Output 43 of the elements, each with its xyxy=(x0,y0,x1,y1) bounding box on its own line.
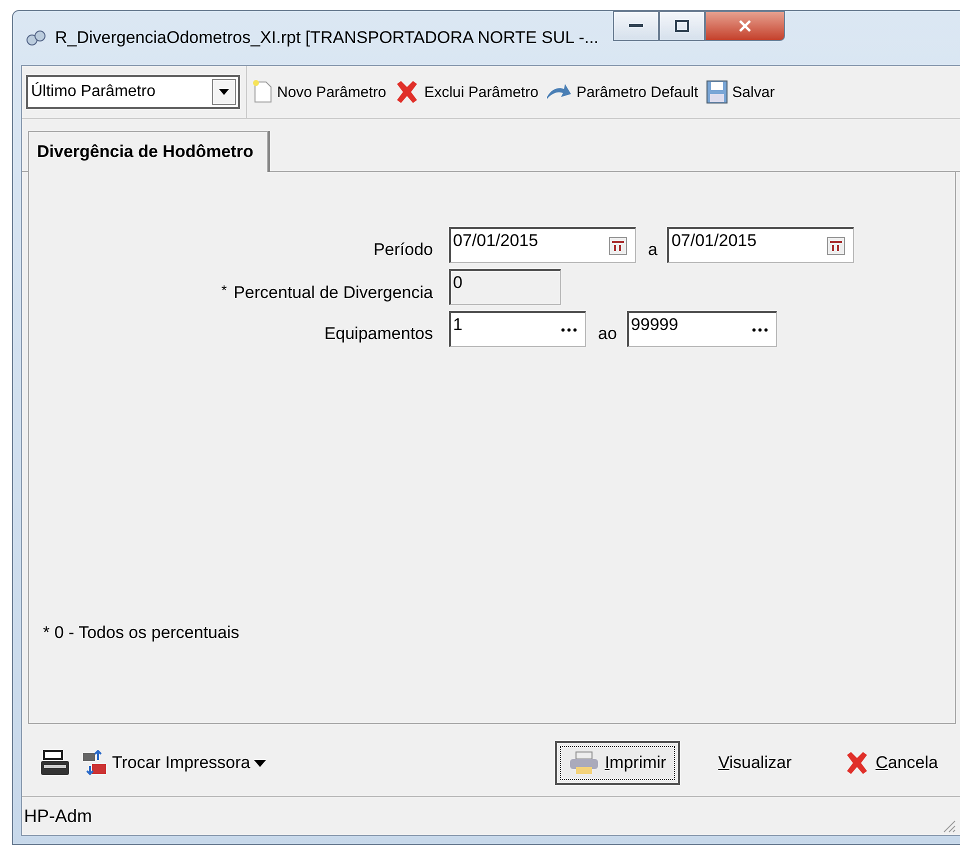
toolbar-button[interactable]: Parâmetro Default xyxy=(544,83,700,101)
field-label: Período xyxy=(373,240,433,259)
tab[interactable]: Divergência de Hodômetro xyxy=(28,131,268,172)
resize-grip-icon[interactable] xyxy=(942,819,956,833)
lookup-field[interactable]: 99999 xyxy=(626,311,777,347)
dropdown-arrow-icon xyxy=(219,89,229,95)
input-field[interactable]: 0 xyxy=(449,269,561,305)
dropdown-arrow-icon xyxy=(254,760,266,766)
app-icon xyxy=(25,29,47,47)
window-title: R_DivergenciaOdometros_XI.rpt [TRANSPORTADORA NORTE SUL -... xyxy=(55,28,599,48)
cancel-button[interactable]: Cancela xyxy=(830,741,952,785)
ellipsis-icon[interactable] xyxy=(752,328,768,332)
maximize-button[interactable] xyxy=(658,11,705,41)
change-printer-button[interactable]: Trocar Impressora xyxy=(76,749,272,777)
printers-swap-icon xyxy=(82,750,108,776)
calendar-icon[interactable] xyxy=(827,236,846,254)
field-label: Percentual de Divergencia xyxy=(234,282,433,302)
arrow-icon xyxy=(546,83,572,101)
required-marker: * xyxy=(221,282,227,298)
range-separator: a xyxy=(648,240,658,260)
calendar-icon[interactable] xyxy=(609,236,627,254)
parameter-dropdown[interactable]: Último Parâmetro xyxy=(26,75,240,109)
document-icon xyxy=(253,80,273,104)
toolbar-button[interactable]: Novo Parâmetro xyxy=(251,80,388,104)
date-field[interactable]: 07/01/2015 xyxy=(667,227,854,263)
maximize-icon xyxy=(674,20,689,32)
minimize-icon xyxy=(628,24,643,28)
preview-button[interactable]: Visualizar xyxy=(704,741,806,785)
printer-icon xyxy=(40,749,70,777)
ellipsis-icon[interactable] xyxy=(561,328,577,332)
printer-icon xyxy=(568,751,599,775)
close-icon xyxy=(738,20,752,32)
range-separator: ao xyxy=(598,324,617,344)
footnote: * 0 - Todos os percentuais xyxy=(42,623,240,643)
lookup-field[interactable]: 1 xyxy=(449,311,586,347)
close-button[interactable] xyxy=(704,11,785,41)
date-field[interactable]: 07/01/2015 xyxy=(449,227,636,263)
toolbar-button[interactable]: Salvar xyxy=(704,80,777,104)
minimize-button[interactable] xyxy=(612,11,659,41)
status-text: HP-Adm xyxy=(24,806,92,826)
field-label: Equipamentos xyxy=(324,324,433,343)
print-button[interactable]: Imprimir xyxy=(554,741,680,785)
toolbar-button[interactable]: Exclui Parâmetro xyxy=(392,80,540,104)
